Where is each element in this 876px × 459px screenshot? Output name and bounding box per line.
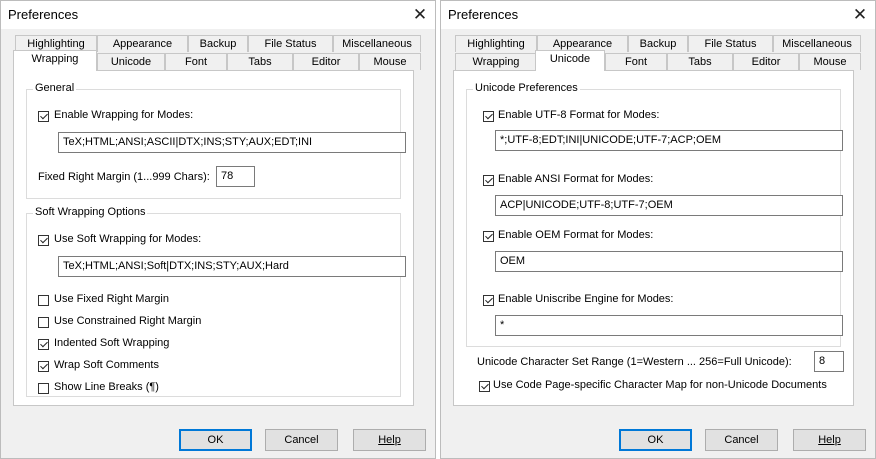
constrained-margin-label: Use Constrained Right Margin [54,315,202,327]
ok-button[interactable]: OK [179,429,252,451]
fixed-right-margin-checkbox[interactable] [38,295,49,306]
wrap-soft-comments-checkbox[interactable] [38,361,49,372]
fixed-margin-field[interactable]: 78 [216,166,255,187]
constrained-margin-checkbox[interactable] [38,317,49,328]
unicode-preferences-legend: Unicode Preferences [473,82,580,94]
general-group: General Enable Wrapping for Modes: TeX;H… [26,82,406,199]
uniscribe-checkbox[interactable] [483,295,494,306]
title-bar: Preferences ✕ [441,1,875,29]
window-title: Preferences [8,7,79,22]
ansi-modes-field[interactable]: ACP|UNICODE;UTF-8;UTF-7;OEM [495,195,843,216]
tab-tabs[interactable]: Tabs [227,53,293,70]
preferences-dialog-wrapping: Preferences ✕ Highlighting Appearance Ba… [0,0,436,459]
show-line-breaks-label: Show Line Breaks (¶) [54,381,159,393]
charset-range-field[interactable]: 8 [814,351,844,372]
cancel-button[interactable]: Cancel [265,429,338,451]
general-legend: General [33,82,77,94]
cancel-button[interactable]: Cancel [705,429,778,451]
close-icon[interactable]: ✕ [405,1,435,29]
use-soft-wrapping-checkbox[interactable] [38,235,49,246]
tab-appearance[interactable]: Appearance [97,35,188,52]
wrap-soft-comments-label: Wrap Soft Comments [54,359,159,371]
ansi-checkbox[interactable] [483,175,494,186]
show-line-breaks-checkbox[interactable] [38,383,49,394]
tab-panel: General Enable Wrapping for Modes: TeX;H… [13,70,414,406]
enable-wrapping-label: Enable Wrapping for Modes: [54,109,194,121]
indented-soft-wrapping-label: Indented Soft Wrapping [54,337,170,349]
tab-backup[interactable]: Backup [628,35,688,52]
help-label: Help [378,434,401,446]
tab-unicode[interactable]: Unicode [97,53,165,70]
codepage-checkbox[interactable] [479,381,490,392]
tab-miscellaneous[interactable]: Miscellaneous [333,35,421,52]
indented-soft-wrapping-checkbox[interactable] [38,339,49,350]
tab-panel: Unicode Preferences Enable UTF-8 Format … [453,70,854,406]
tab-file-status[interactable]: File Status [248,35,333,52]
charset-range-label: Unicode Character Set Range (1=Western .… [477,356,792,368]
close-icon[interactable]: ✕ [845,1,875,29]
tab-wrapping[interactable]: Wrapping [13,50,97,71]
tab-editor[interactable]: Editor [733,53,799,70]
use-soft-wrapping-label: Use Soft Wrapping for Modes: [54,233,202,245]
tab-tabs[interactable]: Tabs [667,53,733,70]
tab-mouse[interactable]: Mouse [799,53,861,70]
soft-wrapping-group: Soft Wrapping Options Use Soft Wrapping … [26,206,406,397]
enable-wrapping-checkbox[interactable] [38,111,49,122]
codepage-label: Use Code Page-specific Character Map for… [493,379,827,391]
tab-editor[interactable]: Editor [293,53,359,70]
title-bar: Preferences ✕ [1,1,435,29]
wrapping-modes-field[interactable]: TeX;HTML;ANSI;ASCII|DTX;INS;STY;AUX;EDT;… [58,132,406,153]
tab-unicode[interactable]: Unicode [535,50,605,71]
preferences-dialog-unicode: Preferences ✕ Highlighting Appearance Ba… [440,0,876,459]
unicode-preferences-group: Unicode Preferences Enable UTF-8 Format … [466,82,843,347]
help-button[interactable]: Help [793,429,866,451]
help-button[interactable]: Help [353,429,426,451]
tab-backup[interactable]: Backup [188,35,248,52]
tab-highlighting[interactable]: Highlighting [455,35,537,52]
fixed-right-margin-label: Use Fixed Right Margin [54,293,169,305]
oem-label: Enable OEM Format for Modes: [498,229,654,241]
uniscribe-label: Enable Uniscribe Engine for Modes: [498,293,674,305]
ansi-label: Enable ANSI Format for Modes: [498,173,654,185]
fixed-margin-label: Fixed Right Margin (1...999 Chars): [38,171,210,183]
help-label: Help [818,434,841,446]
utf8-modes-field[interactable]: *;UTF-8;EDT;INI|UNICODE;UTF-7;ACP;OEM [495,130,843,151]
tab-mouse[interactable]: Mouse [359,53,421,70]
tab-file-status[interactable]: File Status [688,35,773,52]
utf8-label: Enable UTF-8 Format for Modes: [498,109,660,121]
ok-button[interactable]: OK [619,429,692,451]
oem-modes-field[interactable]: OEM [495,251,843,272]
soft-wrapping-legend: Soft Wrapping Options [33,206,148,218]
soft-modes-field[interactable]: TeX;HTML;ANSI;Soft|DTX;INS;STY;AUX;Hard [58,256,406,277]
window-title: Preferences [448,7,519,22]
uniscribe-modes-field[interactable]: * [495,315,843,336]
tab-wrapping[interactable]: Wrapping [455,53,537,70]
oem-checkbox[interactable] [483,231,494,242]
tab-miscellaneous[interactable]: Miscellaneous [773,35,861,52]
utf8-checkbox[interactable] [483,111,494,122]
tab-font[interactable]: Font [165,53,227,70]
tab-font[interactable]: Font [605,53,667,70]
